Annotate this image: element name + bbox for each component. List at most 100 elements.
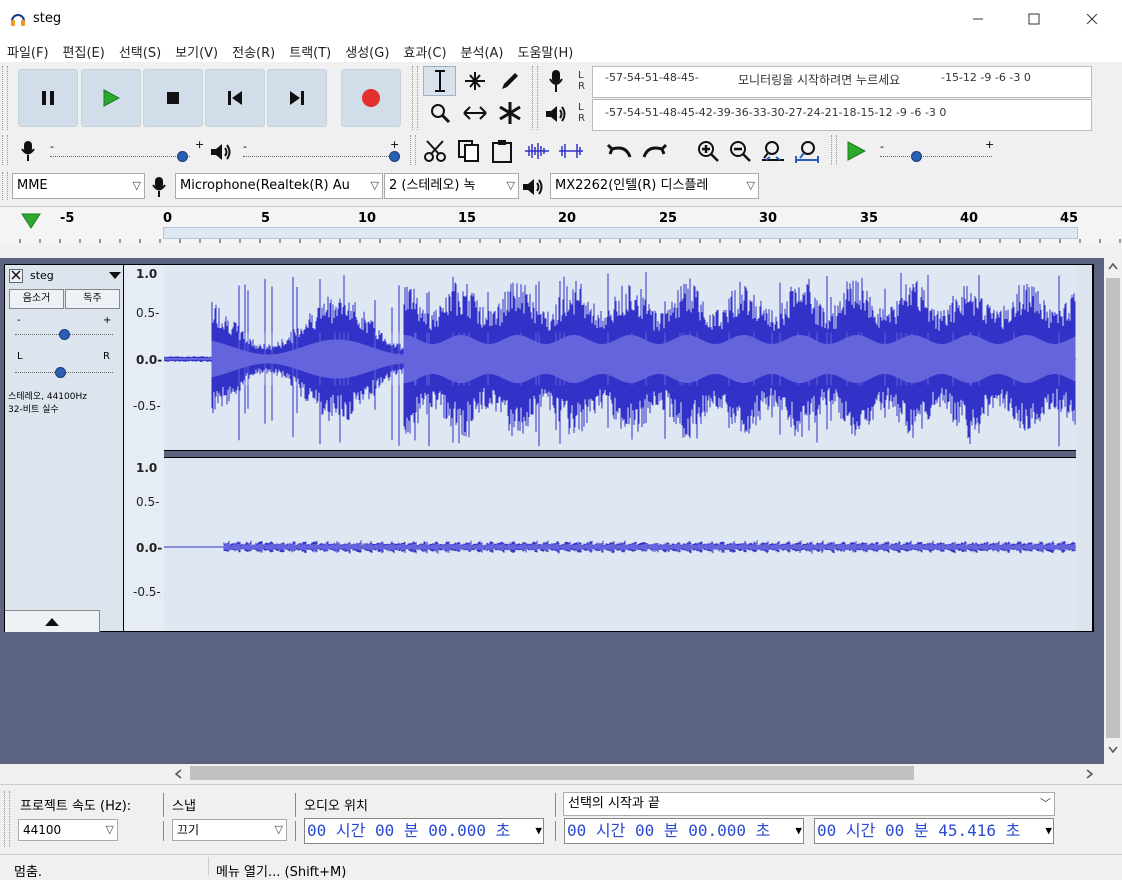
stop-button[interactable] bbox=[143, 69, 203, 127]
playback-volume-slider[interactable] bbox=[389, 151, 400, 162]
menu-tracks[interactable]: 트랙(T) bbox=[289, 38, 331, 62]
scroll-right-icon[interactable] bbox=[1086, 769, 1094, 779]
close-track-button[interactable] bbox=[9, 269, 23, 283]
edit-toolbar-grip[interactable] bbox=[410, 135, 416, 165]
window-title: steg bbox=[33, 11, 62, 26]
copy-icon bbox=[457, 139, 479, 162]
project-rate-select[interactable]: 44100 ▽ bbox=[18, 819, 118, 841]
snap-select[interactable]: 끄기 ▽ bbox=[172, 819, 287, 841]
vertical-scale[interactable]: 1.0 0.5- 0.0- -0.5- 1.0 0.5- 0.0- -0.5- bbox=[124, 264, 164, 632]
ruler-ticks bbox=[19, 239, 1121, 243]
pause-button[interactable] bbox=[18, 69, 78, 127]
waveform-right-channel[interactable] bbox=[164, 458, 1076, 632]
pencil-icon bbox=[501, 73, 518, 89]
channel-separator bbox=[164, 450, 1094, 458]
paste-button[interactable] bbox=[486, 135, 517, 166]
ruler-label: 25 bbox=[659, 211, 678, 226]
skip-to-start-button[interactable] bbox=[205, 69, 265, 127]
menu-help[interactable]: 도움말(H) bbox=[518, 38, 574, 62]
envelope-tool[interactable] bbox=[458, 66, 491, 96]
play-at-speed-button[interactable] bbox=[840, 135, 871, 166]
silence-button[interactable] bbox=[555, 135, 586, 166]
menu-select[interactable]: 선택(S) bbox=[119, 38, 161, 62]
trim-button[interactable] bbox=[521, 135, 552, 166]
play-at-speed-grip[interactable] bbox=[831, 135, 837, 165]
zoom-out-button[interactable] bbox=[724, 135, 755, 166]
ruler-label: -5 bbox=[60, 211, 75, 226]
undo-button[interactable] bbox=[604, 135, 635, 166]
maximize-button[interactable] bbox=[1006, 0, 1062, 38]
mute-button[interactable]: 음소거 bbox=[9, 289, 64, 309]
speed-slider-max: + bbox=[985, 138, 995, 151]
tools-toolbar-grip[interactable] bbox=[412, 66, 418, 130]
playback-status: 멈춤. bbox=[14, 865, 43, 880]
transport-toolbar-grip[interactable] bbox=[2, 66, 8, 130]
fit-project-button[interactable] bbox=[791, 135, 822, 166]
close-icon bbox=[11, 270, 21, 280]
playback-speed-slider[interactable] bbox=[911, 151, 922, 162]
play-meter-button[interactable] bbox=[541, 99, 571, 129]
play-button[interactable] bbox=[81, 69, 141, 127]
solo-button[interactable]: 독주 bbox=[65, 289, 120, 309]
gain-slider[interactable] bbox=[59, 329, 70, 340]
vertical-scroll-thumb[interactable] bbox=[1106, 278, 1120, 738]
playback-device-select[interactable]: MX2262(인텔(R) 디스플레 ▽ bbox=[550, 173, 759, 199]
audio-host-select[interactable]: MME ▽ bbox=[12, 173, 145, 199]
selection-start-time[interactable]: 00 시간 00 분 00.000 초 ▼ bbox=[564, 818, 804, 844]
pan-slider[interactable] bbox=[55, 367, 66, 378]
device-toolbar-grip[interactable] bbox=[2, 172, 8, 200]
menu-view[interactable]: 보기(V) bbox=[175, 38, 218, 62]
audio-position-time[interactable]: 00 시간 00 분 00.000 초 ▼ bbox=[304, 818, 544, 844]
output-device-speaker-icon bbox=[523, 179, 543, 195]
scale-label: -0.5- bbox=[133, 399, 161, 413]
menu-generate[interactable]: 생성(G) bbox=[345, 38, 389, 62]
skip-to-end-button[interactable] bbox=[267, 69, 327, 127]
time-format-dropdown-icon[interactable]: ▼ bbox=[795, 819, 802, 843]
menu-transport[interactable]: 전송(R) bbox=[232, 38, 275, 62]
zoom-tool[interactable] bbox=[423, 98, 456, 128]
meter-toolbar-grip[interactable] bbox=[532, 66, 538, 130]
selection-end-time[interactable]: 00 시간 00 분 45.416 초 ▼ bbox=[814, 818, 1054, 844]
minimize-button[interactable] bbox=[950, 0, 1006, 38]
recording-channels-select[interactable]: 2 (스테레오) 녹 ▽ bbox=[384, 173, 519, 199]
menu-analyze[interactable]: 분석(A) bbox=[461, 38, 504, 62]
mixer-toolbar-grip[interactable] bbox=[2, 135, 8, 165]
menu-edit[interactable]: 편집(E) bbox=[63, 38, 105, 62]
multi-tool[interactable] bbox=[493, 98, 526, 128]
audio-position-label: 오디오 위치 bbox=[304, 799, 368, 814]
selection-toolbar-grip[interactable] bbox=[4, 791, 10, 847]
record-meter-button[interactable] bbox=[541, 66, 571, 96]
record-meter-prompt[interactable]: 모니터링을 시작하려면 누르세요 bbox=[738, 71, 900, 88]
draw-tool[interactable] bbox=[493, 66, 526, 96]
collapse-track-button[interactable] bbox=[5, 610, 100, 632]
waveform-left-channel[interactable] bbox=[163, 264, 1076, 450]
close-button[interactable] bbox=[1064, 0, 1120, 38]
scroll-up-icon[interactable] bbox=[1108, 262, 1118, 270]
record-button[interactable] bbox=[341, 69, 401, 127]
time-format-dropdown-icon[interactable]: ▼ bbox=[535, 819, 542, 843]
selection-mode-select[interactable]: 선택의 시작과 끝 ﹀ bbox=[563, 792, 1055, 816]
redo-button[interactable] bbox=[638, 135, 669, 166]
copy-button[interactable] bbox=[453, 135, 484, 166]
timeline-play-head-icon[interactable] bbox=[20, 211, 42, 231]
fit-selection-button[interactable] bbox=[757, 135, 788, 166]
recording-device-select[interactable]: Microphone(Realtek(R) Au ▽ bbox=[175, 173, 383, 199]
recording-device-value: Microphone(Realtek(R) Au bbox=[180, 178, 350, 193]
menu-file[interactable]: 파일(F) bbox=[7, 38, 49, 62]
play-at-speed-icon bbox=[847, 140, 866, 161]
scroll-left-icon[interactable] bbox=[174, 769, 182, 779]
menu-effect[interactable]: 효과(C) bbox=[403, 38, 446, 62]
scale-label: 0.5- bbox=[136, 495, 160, 509]
scroll-down-icon[interactable] bbox=[1108, 746, 1118, 754]
play-slider-min: - bbox=[243, 140, 247, 153]
time-shift-tool[interactable] bbox=[458, 98, 491, 128]
recording-volume-slider[interactable] bbox=[177, 151, 188, 162]
time-format-dropdown-icon[interactable]: ▼ bbox=[1045, 819, 1052, 843]
horizontal-scroll-thumb[interactable] bbox=[190, 766, 914, 780]
track-name-menu[interactable]: steg bbox=[25, 268, 121, 284]
zoom-in-button[interactable] bbox=[692, 135, 723, 166]
scale-label: 1.0 bbox=[136, 267, 158, 281]
selection-tool[interactable] bbox=[423, 66, 456, 96]
cut-button[interactable] bbox=[419, 135, 450, 166]
gain-max-label: + bbox=[103, 315, 112, 326]
